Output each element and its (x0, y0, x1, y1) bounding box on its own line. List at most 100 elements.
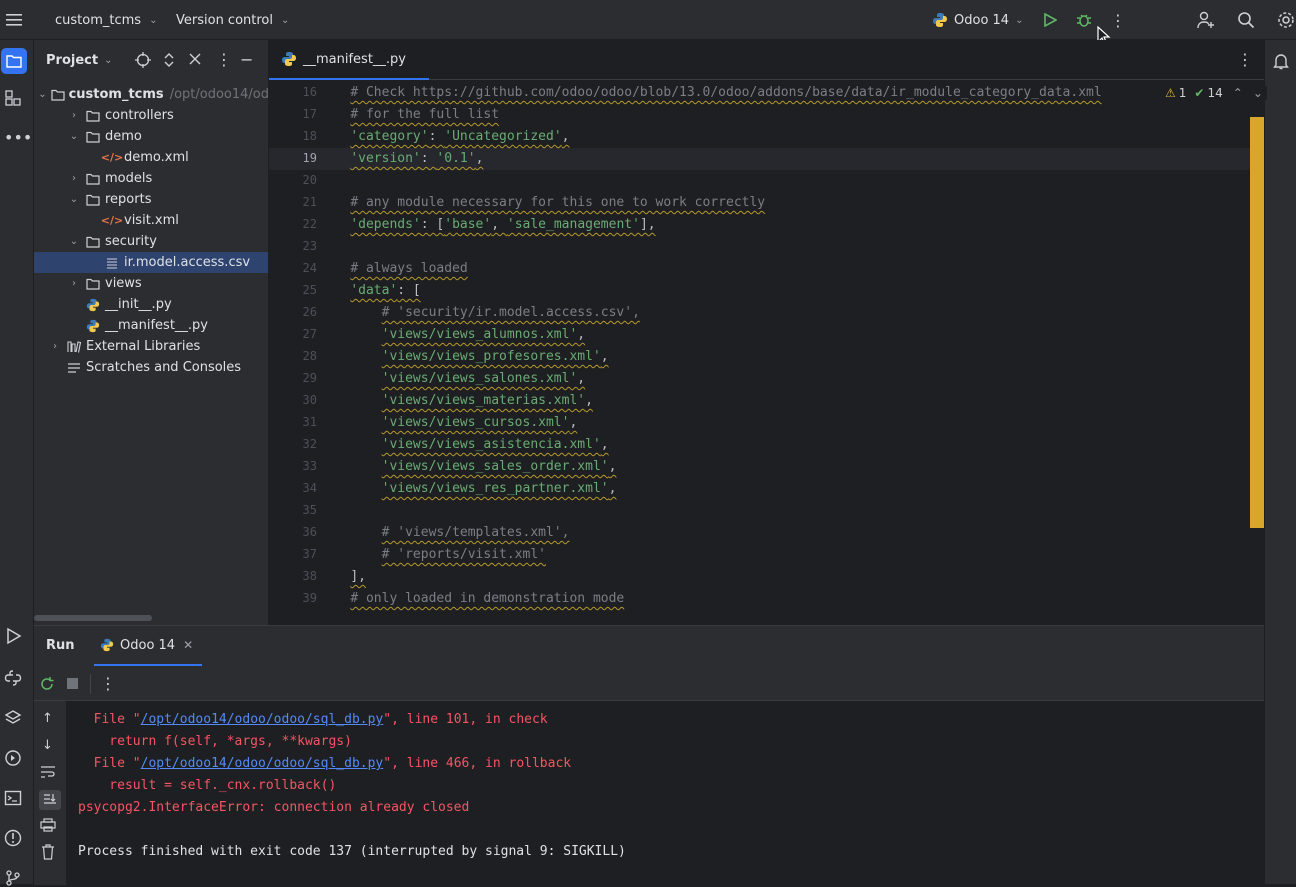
tree-item-label: controllers (105, 108, 174, 123)
expanded-arrow-icon[interactable]: ⌄ (67, 194, 81, 205)
rerun-icon[interactable] (39, 676, 55, 692)
close-icon[interactable] (188, 52, 202, 66)
check-icon: ✔ (1194, 86, 1205, 100)
debug-icon[interactable] (1074, 0, 1094, 40)
inspection-widget[interactable]: ⚠ 1 ✔ 14 ⌃ ⌄ (1161, 86, 1267, 100)
tree-item[interactable]: › models (34, 168, 268, 189)
output-line: return f(self, *args, **kwargs) (78, 731, 352, 753)
expanded-arrow-icon[interactable]: ⌄ (38, 89, 46, 100)
editor-tab[interactable]: __manifest__.py (269, 40, 429, 80)
locate-target-icon[interactable] (135, 52, 151, 68)
tree-item[interactable]: __init__.py (34, 294, 268, 315)
output-text: result = self._cnx.rollback() (78, 778, 337, 793)
tree-item[interactable]: › views (34, 273, 268, 294)
terminal-tool-icon[interactable] (4, 789, 22, 807)
collapsed-arrow-icon[interactable]: › (48, 341, 62, 352)
output-line: File "/opt/odoo14/odoo/odoo/sql_db.py", … (78, 753, 571, 775)
code-line: 'views/views_asistencia.xml', (381, 437, 609, 452)
file-link[interactable]: /opt/odoo14/odoo/odoo/sql_db.py (141, 712, 384, 727)
tree-item[interactable]: › External Libraries (34, 336, 268, 357)
collapsed-arrow-icon[interactable]: › (67, 173, 81, 184)
code-line: 'version': '0.1', (350, 151, 484, 166)
file-link[interactable]: /opt/odoo14/odoo/odoo/sql_db.py (141, 756, 384, 771)
line-number: 30 (302, 393, 317, 407)
expanded-arrow-icon[interactable]: ⌄ (67, 236, 81, 247)
horizontal-scrollbar[interactable] (34, 615, 152, 621)
tree-item[interactable]: ir.model.access.csv (34, 252, 268, 273)
tree-item-label: demo.xml (124, 150, 189, 165)
print-icon[interactable] (40, 818, 56, 836)
tree-item-label: visit.xml (124, 213, 179, 228)
git-tool-icon[interactable] (4, 869, 22, 887)
code-area[interactable]: # Check https://github.com/odoo/odoo/blo… (319, 80, 1259, 625)
code-line: # 'views/templates.xml', (381, 525, 570, 540)
more-options-icon[interactable]: ⋮ (216, 50, 232, 69)
scroll-to-end-icon[interactable] (39, 790, 61, 810)
project-selector[interactable]: custom_tcms ⌄ (55, 0, 157, 40)
run-config-selector[interactable]: Odoo 14 ⌄ (932, 0, 1023, 40)
scroll-down-icon[interactable]: ↓ (42, 738, 53, 753)
tree-item[interactable]: __manifest__.py (34, 315, 268, 336)
line-number: 38 (302, 569, 317, 583)
project-panel: Project ⌄ ⋮ − ⌄ custom_tcms/opt/odoo14/od… (34, 40, 269, 625)
tree-item-label: security (105, 234, 157, 249)
expanded-arrow-icon[interactable]: ⌄ (67, 131, 81, 142)
more-options-icon[interactable]: ⋮ (1110, 0, 1126, 40)
settings-gear-icon[interactable] (1276, 0, 1296, 40)
layers-tool-icon[interactable] (4, 709, 22, 727)
more-options-icon[interactable]: ⋮ (100, 674, 116, 693)
line-number: 33 (302, 459, 317, 473)
line-number: 24 (302, 261, 317, 275)
more-options-icon[interactable]: ⋮ (1237, 50, 1253, 69)
notifications-icon[interactable] (1272, 52, 1290, 70)
tree-item[interactable]: Scratches and Consoles (34, 357, 268, 378)
run-icon[interactable] (1040, 0, 1060, 40)
scroll-up-icon[interactable]: ↑ (42, 711, 53, 726)
line-number: 35 (302, 503, 317, 517)
soft-wrap-icon[interactable] (40, 765, 56, 783)
code-line: 'views/views_profesores.xml', (381, 349, 609, 364)
tree-item[interactable]: </> visit.xml (34, 210, 268, 231)
tree-item[interactable]: › controllers (34, 105, 268, 126)
output-text: Process finished with exit code 137 (int… (78, 844, 626, 859)
run-tab[interactable]: Odoo 14 ✕ (94, 626, 202, 666)
main-menu-icon[interactable] (4, 0, 24, 40)
prev-highlight-icon[interactable]: ⌃ (1233, 86, 1243, 100)
close-tab-icon[interactable]: ✕ (183, 638, 193, 652)
search-icon[interactable] (1236, 0, 1256, 40)
tree-item[interactable]: ⌄ reports (34, 189, 268, 210)
project-tool-icon[interactable] (1, 48, 27, 74)
structure-tool-icon[interactable] (5, 90, 21, 106)
tree-item-label: reports (105, 192, 152, 207)
run-tool-icon[interactable] (4, 627, 22, 645)
expand-collapse-icon[interactable] (162, 52, 176, 68)
services-tool-icon[interactable] (4, 749, 22, 767)
minimize-icon[interactable]: − (240, 50, 253, 69)
tree-item[interactable]: ⌄ custom_tcms/opt/odoo14/od (34, 84, 268, 105)
tree-item[interactable]: ⌄ demo (34, 126, 268, 147)
project-panel-header[interactable]: Project ⌄ (46, 40, 112, 80)
add-user-icon[interactable] (1196, 0, 1216, 40)
warning-icon: ⚠ (1165, 86, 1176, 100)
tree-item[interactable]: </> demo.xml (34, 147, 268, 168)
collapsed-arrow-icon[interactable]: › (67, 110, 81, 121)
vertical-scrollbar[interactable] (1250, 117, 1264, 528)
line-number: 26 (302, 305, 317, 319)
problems-tool-icon[interactable] (4, 829, 22, 847)
vcs-selector[interactable]: Version control ⌄ (176, 0, 289, 40)
editor-tab-label: __manifest__.py (303, 51, 407, 67)
line-number: 36 (302, 525, 317, 539)
run-config-label: Odoo 14 (954, 12, 1010, 28)
collapsed-arrow-icon[interactable]: › (67, 278, 81, 289)
run-panel-title: Run (46, 638, 75, 653)
trash-icon[interactable] (41, 844, 55, 864)
more-tools-icon[interactable]: ••• (4, 128, 32, 147)
python-console-icon[interactable] (4, 669, 22, 687)
xml-file-icon: </> (100, 151, 124, 164)
stop-icon[interactable] (67, 678, 78, 689)
run-side-toolbar: ↑ ↓ (34, 701, 66, 885)
left-tool-strip: ••• (0, 40, 34, 887)
next-highlight-icon[interactable]: ⌄ (1253, 86, 1263, 100)
warning-count: 1 (1178, 86, 1187, 100)
tree-item[interactable]: ⌄ security (34, 231, 268, 252)
